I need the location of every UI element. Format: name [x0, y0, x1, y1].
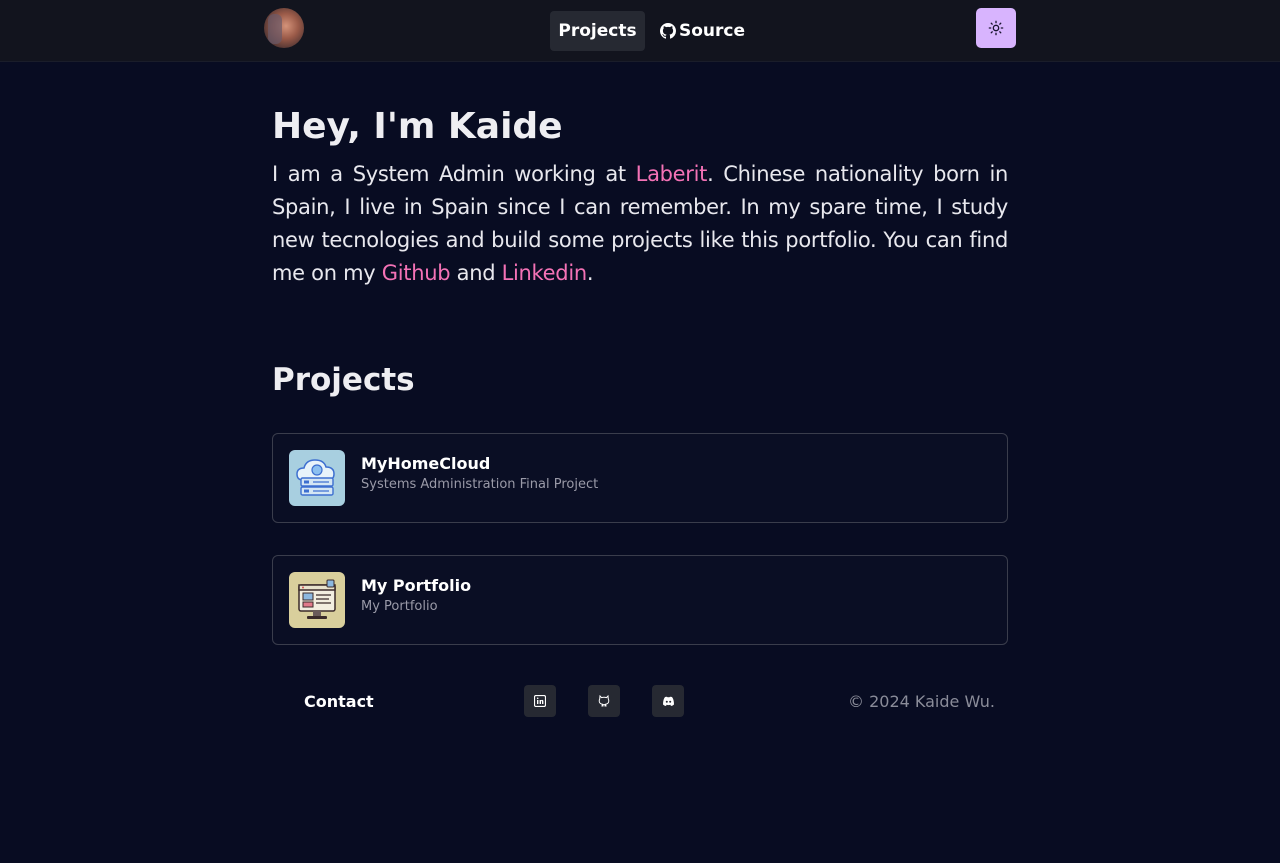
project-description: My Portfolio [361, 599, 438, 614]
linkedin-icon [534, 695, 546, 707]
hero-text-part: I am a System Admin working at [272, 162, 636, 186]
project-card-my-portfolio[interactable]: My Portfolio My Portfolio [272, 555, 1008, 645]
monitor-portfolio-icon [289, 572, 345, 628]
github-button[interactable] [588, 685, 620, 717]
copyright-text: © 2024 Kaide Wu. [848, 692, 995, 711]
project-card-myhomecloud[interactable]: MyHomeCloud Systems Administration Final… [272, 433, 1008, 523]
discord-icon [662, 696, 674, 706]
discord-button[interactable] [652, 685, 684, 717]
project-description: Systems Administration Final Project [361, 477, 599, 492]
nav-source-link[interactable]: Source [660, 11, 745, 51]
hero-text-part: . [586, 261, 594, 285]
top-navbar: Projects Source [0, 0, 1280, 62]
github-icon [598, 695, 610, 707]
hero-intro: I am a System Admin working at Laberit. … [272, 158, 1008, 290]
sun-icon [988, 20, 1004, 36]
project-title: MyHomeCloud [361, 454, 491, 473]
linkedin-link[interactable]: Linkedin [502, 261, 588, 285]
hero-title: Hey, I'm Kaide [272, 106, 563, 147]
cloud-server-icon [289, 450, 345, 506]
github-icon [660, 23, 676, 39]
github-link[interactable]: Github [382, 261, 451, 285]
project-title: My Portfolio [361, 576, 472, 595]
nav-projects-button[interactable]: Projects [550, 11, 645, 51]
laberit-link[interactable]: Laberit [636, 162, 708, 186]
hero-text-part: and [450, 261, 502, 285]
theme-toggle-button[interactable] [976, 8, 1016, 48]
contact-label: Contact [304, 692, 374, 711]
projects-heading: Projects [272, 362, 415, 398]
avatar[interactable] [264, 8, 304, 48]
nav-source-label: Source [679, 21, 746, 41]
nav-projects-label: Projects [558, 21, 637, 41]
linkedin-button[interactable] [524, 685, 556, 717]
